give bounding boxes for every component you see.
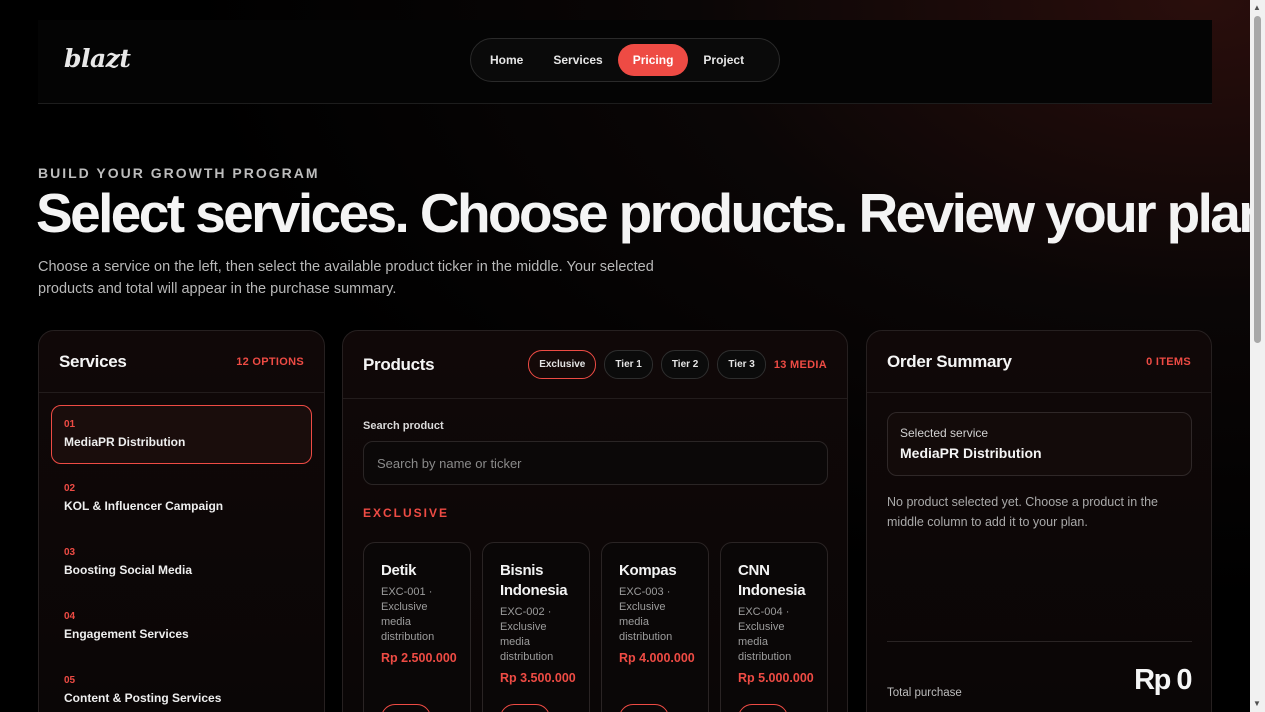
product-name: Detik — [381, 562, 417, 579]
service-name: MediaPR Distribution — [64, 435, 186, 449]
services-title: Services — [59, 351, 127, 371]
products-count: 13 MEDIA — [773, 358, 827, 371]
top-navbar: blazt Home Services Pricing Project — [38, 20, 1212, 104]
tier-2-button[interactable]: Tier 2 — [660, 350, 710, 379]
product-price: Rp 5.000.000 — [738, 671, 814, 685]
add-product-button[interactable] — [381, 704, 431, 712]
product-name: Bisnis Indonesia — [500, 562, 568, 599]
product-desc: EXC-001 · Exclusive media distribution — [381, 586, 435, 643]
service-number: 04 — [64, 611, 76, 622]
product-name: CNN Indonesia — [738, 562, 806, 599]
add-product-button[interactable] — [738, 704, 788, 712]
products-header: Products Exclusive Tier 1 Tier 2 Tier 3 … — [343, 331, 847, 399]
main-nav: Home Services Pricing Project — [470, 38, 780, 82]
search-input[interactable] — [363, 441, 828, 485]
product-section-label: EXCLUSIVE — [363, 506, 450, 520]
page-title: Select services. Choose products. Review… — [36, 182, 1265, 244]
services-list: 01 MediaPR Distribution 02 KOL & Influen… — [39, 393, 324, 712]
service-number: 01 — [64, 419, 76, 430]
product-card-bisnis-indonesia[interactable]: Bisnis Indonesia EXC-002 · Exclusive med… — [482, 542, 590, 712]
search-label: Search product — [363, 420, 444, 432]
selected-service-box: Selected service MediaPR Distribution — [887, 412, 1192, 476]
scroll-down-icon[interactable]: ▼ — [1253, 700, 1261, 708]
service-name: Content & Posting Services — [64, 691, 222, 705]
total-label: Total purchase — [887, 687, 962, 699]
summary-count: 0 ITEMS — [1146, 355, 1191, 368]
nav-home[interactable]: Home — [475, 44, 538, 76]
service-item-content[interactable]: 05 Content & Posting Services — [51, 661, 312, 712]
page-scrollbar[interactable]: ▲ ▼ — [1250, 0, 1265, 712]
service-item-boosting[interactable]: 03 Boosting Social Media — [51, 533, 312, 592]
service-name: Boosting Social Media — [64, 563, 193, 577]
product-price: Rp 4.000.000 — [619, 651, 695, 665]
product-desc: EXC-004 · Exclusive media distribution — [738, 606, 792, 663]
service-item-engagement[interactable]: 04 Engagement Services — [51, 597, 312, 656]
product-desc: EXC-002 · Exclusive media distribution — [500, 606, 554, 663]
services-header: Services 12 OPTIONS — [39, 331, 324, 393]
total-value: Rp 0 — [1134, 664, 1192, 696]
product-desc: EXC-003 · Exclusive media distribution — [619, 586, 673, 643]
product-price: Rp 3.500.000 — [500, 671, 576, 685]
products-title: Products — [363, 354, 435, 374]
hero-eyebrow: BUILD YOUR GROWTH PROGRAM — [38, 165, 320, 181]
summary-divider — [887, 641, 1192, 642]
service-item-mediapr[interactable]: 01 MediaPR Distribution — [51, 405, 312, 464]
nav-project[interactable]: Project — [688, 44, 759, 76]
add-product-button[interactable] — [619, 704, 669, 712]
product-card-kompas[interactable]: Kompas EXC-003 · Exclusive media distrib… — [601, 542, 709, 712]
product-card-detik[interactable]: Detik EXC-001 · Exclusive media distribu… — [363, 542, 471, 712]
product-name: Kompas — [619, 562, 677, 579]
service-item-kol[interactable]: 02 KOL & Influencer Campaign — [51, 469, 312, 528]
service-number: 02 — [64, 483, 76, 494]
tier-filter: Exclusive Tier 1 Tier 2 Tier 3 13 MEDIA — [528, 350, 827, 379]
service-name: KOL & Influencer Campaign — [64, 499, 224, 513]
services-panel: Services 12 OPTIONS 01 MediaPR Distribut… — [38, 330, 325, 712]
scroll-up-icon[interactable]: ▲ — [1253, 4, 1261, 12]
order-summary-panel: Order Summary 0 ITEMS Selected service M… — [866, 330, 1212, 712]
nav-services[interactable]: Services — [538, 44, 617, 76]
summary-title: Order Summary — [887, 351, 1012, 371]
service-name: Engagement Services — [64, 627, 189, 641]
hero-intro: Choose a service on the left, then selec… — [38, 259, 654, 297]
selected-service-value: MediaPR Distribution — [900, 445, 1042, 461]
tier-3-button[interactable]: Tier 3 — [717, 350, 766, 379]
summary-header: Order Summary 0 ITEMS — [867, 331, 1211, 393]
tier-exclusive-button[interactable]: Exclusive — [528, 350, 597, 379]
service-number: 03 — [64, 547, 76, 558]
tier-1-button[interactable]: Tier 1 — [604, 350, 653, 379]
service-number: 05 — [64, 675, 76, 686]
product-card-cnn-indonesia[interactable]: CNN Indonesia EXC-004 · Exclusive media … — [720, 542, 828, 712]
empty-selection-note: No product selected yet. Choose a produc… — [887, 495, 1158, 529]
products-panel: Products Exclusive Tier 1 Tier 2 Tier 3 … — [342, 330, 848, 712]
selected-service-label: Selected service — [900, 426, 989, 440]
nav-pricing[interactable]: Pricing — [617, 44, 689, 76]
product-price: Rp 2.500.000 — [381, 651, 457, 665]
scroll-thumb[interactable] — [1254, 16, 1261, 343]
brand-logo[interactable]: blazt — [64, 44, 131, 73]
add-product-button[interactable] — [500, 704, 550, 712]
product-cards: Detik EXC-001 · Exclusive media distribu… — [363, 542, 828, 712]
services-count: 12 OPTIONS — [236, 355, 304, 368]
